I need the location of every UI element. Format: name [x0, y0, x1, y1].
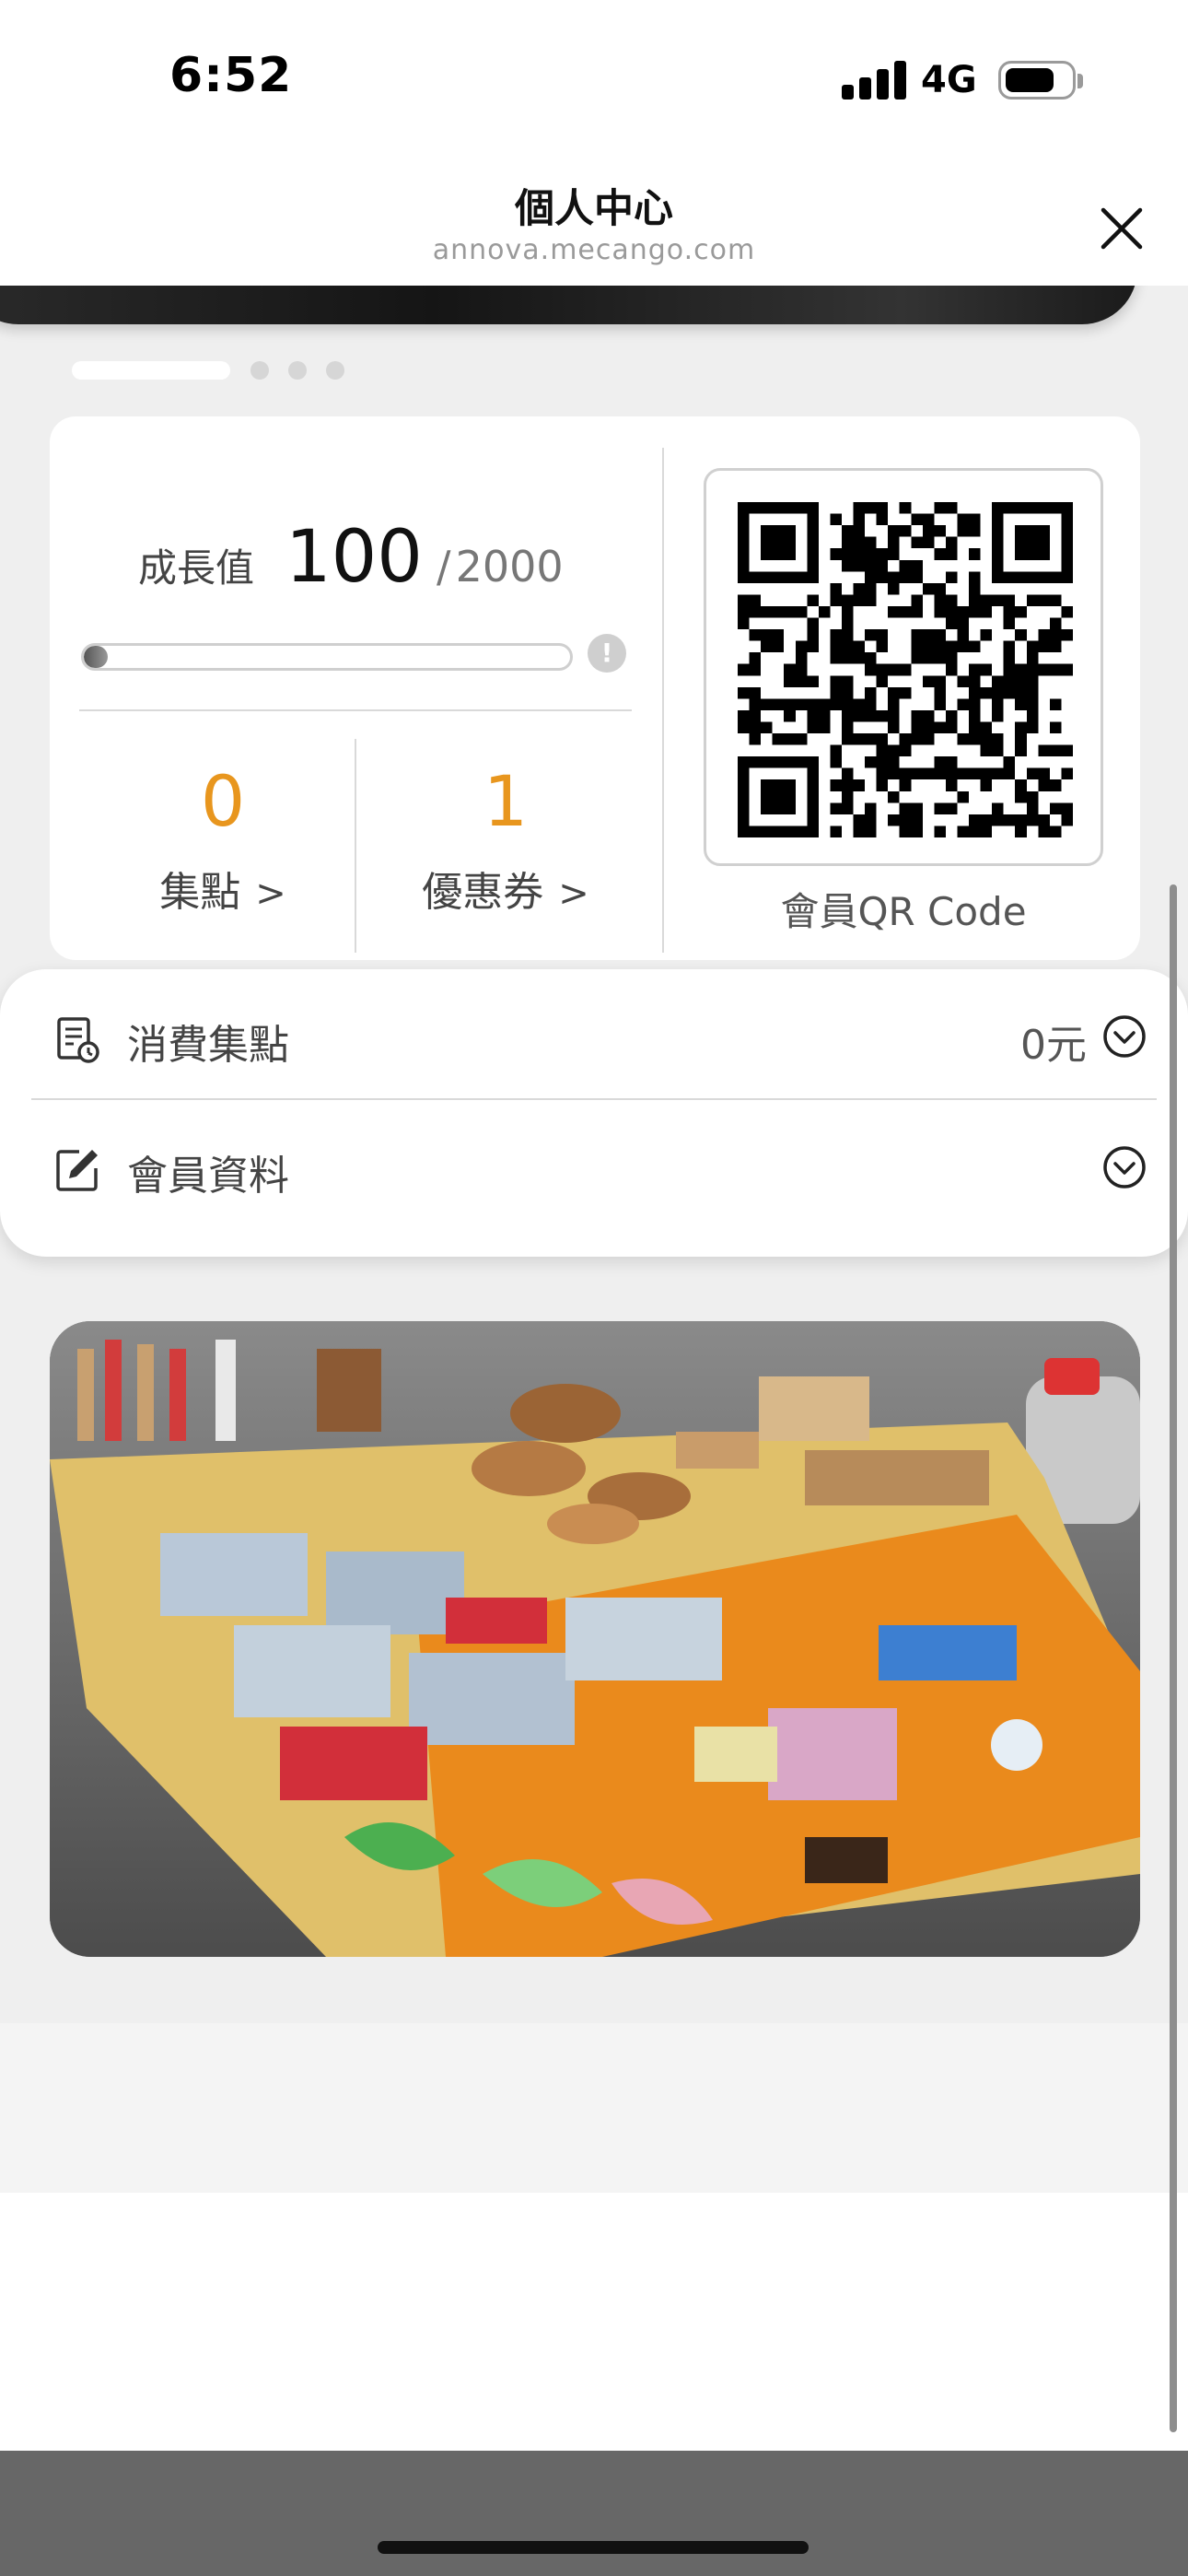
carousel-dot[interactable] — [250, 361, 269, 380]
status-bar: 6:52 4G — [0, 0, 1188, 157]
member-qr-code[interactable] — [704, 468, 1103, 866]
chevron-right-icon: > — [558, 872, 589, 915]
member-menu: 消費集點 0元 會員資料 — [0, 969, 1188, 1257]
page-content[interactable]: 成長值 100 / 2000 ! 0 集點 > 1 優惠券 > 會員QR Code — [0, 286, 1188, 2193]
page-url: annova.mecango.com — [432, 234, 756, 266]
home-indicator[interactable] — [378, 2541, 809, 2554]
coupons-value: 1 — [483, 760, 529, 842]
carousel-dot-active[interactable] — [72, 361, 230, 380]
growth-separator: / — [437, 542, 451, 591]
info-icon[interactable]: ! — [588, 634, 626, 673]
growth-max: 2000 — [455, 542, 564, 591]
member-card: 成長值 100 / 2000 ! 0 集點 > 1 優惠券 > 會員QR Code — [50, 416, 1140, 960]
growth-row: 成長值 100 / 2000 — [138, 516, 564, 608]
nav-header: 個人中心 annova.mecango.com — [0, 157, 1188, 286]
stats-divider — [355, 739, 356, 953]
edit-icon — [56, 1150, 98, 1191]
content-footer-area — [0, 2023, 1188, 2193]
points-value: 0 — [200, 760, 246, 842]
menu-item-spend-points[interactable]: 消費集點 0元 — [0, 969, 1188, 1100]
scrollbar[interactable] — [1170, 884, 1177, 2432]
carousel-dot[interactable] — [326, 361, 344, 380]
chevron-right-icon: > — [255, 872, 286, 915]
qr-code-icon — [738, 502, 1073, 837]
points-stat[interactable]: 0 集點 > — [94, 759, 352, 925]
battery-tip — [1077, 74, 1083, 88]
menu-label-spend-points: 消費集點 — [127, 1022, 289, 1069]
status-time: 6:52 — [169, 48, 293, 103]
qr-divider — [662, 448, 664, 953]
close-icon — [1101, 207, 1143, 250]
carousel-dot[interactable] — [288, 361, 307, 380]
growth-value: 100 — [285, 516, 423, 599]
qr-caption: 會員QR Code — [780, 889, 1027, 934]
network-label: 4G — [921, 59, 977, 101]
receipt-icon — [57, 1017, 99, 1063]
page-title: 個人中心 — [515, 186, 673, 232]
growth-label: 成長值 — [138, 545, 255, 591]
growth-progress-bar — [81, 643, 573, 671]
menu-item-member-profile[interactable]: 會員資料 — [0, 1100, 1188, 1229]
signal-icon — [842, 59, 908, 100]
menu-value-spend-points: 0元 — [1020, 1022, 1087, 1069]
battery-icon — [998, 61, 1076, 100]
menu-label-member-profile: 會員資料 — [127, 1153, 289, 1200]
banner-carousel[interactable] — [0, 286, 1137, 324]
coupons-label: 優惠券 — [422, 869, 544, 916]
points-label: 集點 — [159, 869, 241, 916]
market-stall-photo — [50, 1321, 1140, 1957]
chevron-down-circle-icon[interactable] — [1101, 1013, 1147, 1060]
browser-bottom-bar — [0, 2451, 1188, 2576]
coupons-stat[interactable]: 1 優惠券 > — [377, 759, 635, 925]
card-divider — [79, 709, 632, 711]
growth-progress-fill — [84, 646, 109, 668]
chevron-down-circle-icon[interactable] — [1101, 1144, 1147, 1190]
close-button[interactable] — [1096, 203, 1147, 254]
